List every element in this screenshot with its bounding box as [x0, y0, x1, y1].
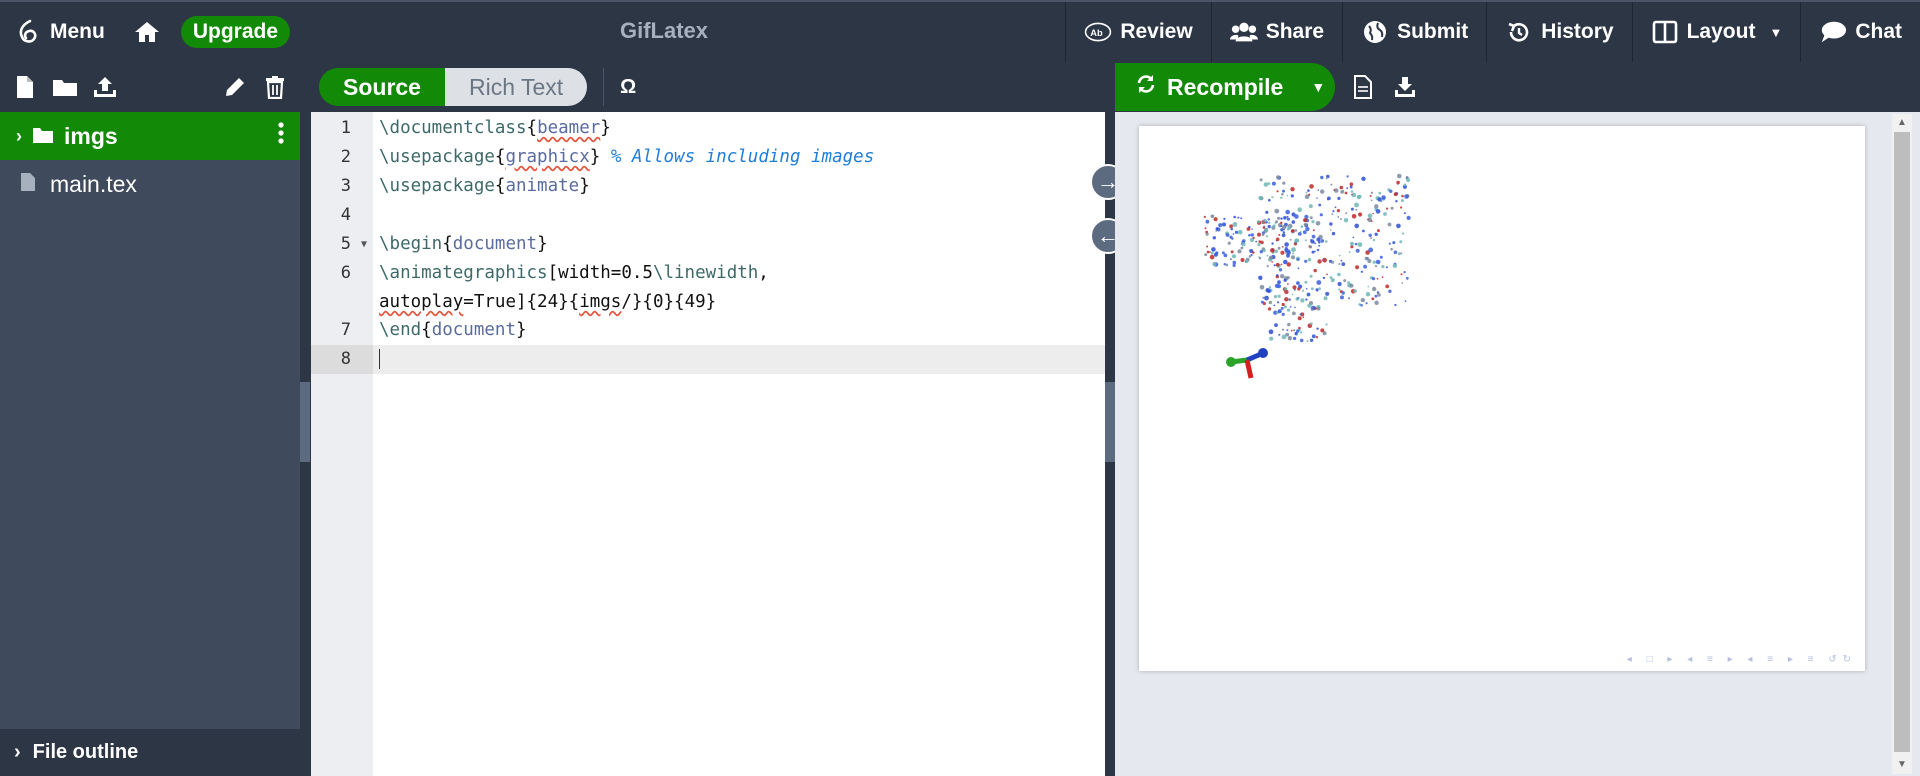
rename-pencil-icon[interactable] — [222, 74, 248, 100]
refresh-icon — [1135, 73, 1157, 101]
code-line[interactable]: \begin{document} — [373, 230, 1106, 259]
overleaf-logo-icon — [14, 18, 42, 46]
folder-name: imgs — [64, 122, 118, 149]
code-line[interactable]: \documentclass{beamer} — [373, 114, 1106, 143]
text-cursor — [379, 349, 391, 369]
review-icon: Ab — [1084, 18, 1112, 46]
fold-caret-icon[interactable]: ▼ — [361, 230, 367, 259]
code-line[interactable]: \usepackage{animate} — [373, 172, 1106, 201]
symbol-palette-button[interactable]: Ω — [603, 68, 652, 106]
layout-dropdown[interactable]: Layout ▼ — [1631, 2, 1801, 62]
submit-button[interactable]: Submit — [1342, 2, 1486, 62]
axis-z-mark — [1244, 359, 1254, 379]
chevron-right-icon: › — [14, 741, 21, 763]
review-label: Review — [1120, 20, 1193, 43]
delete-trash-icon[interactable] — [262, 74, 288, 100]
code-line[interactable]: \end{document} — [373, 316, 1106, 345]
home-button[interactable] — [119, 2, 175, 62]
recompile-button[interactable]: Recompile ▼ — [1115, 63, 1336, 111]
download-icon[interactable] — [1391, 73, 1419, 101]
caret-down-icon: ▼ — [1769, 24, 1783, 40]
file-icon — [20, 171, 36, 198]
review-button[interactable]: Ab Review — [1065, 2, 1210, 62]
pdf-toolbar: Recompile ▼ — [1115, 62, 1920, 112]
history-button[interactable]: History — [1486, 2, 1631, 62]
line-number: 2 — [340, 147, 351, 167]
logs-document-icon[interactable] — [1349, 73, 1377, 101]
folder-item-imgs[interactable]: › imgs — [0, 112, 300, 160]
code-line[interactable] — [373, 201, 1106, 230]
folder-icon — [32, 123, 54, 150]
file-name: main.tex — [50, 170, 137, 197]
globe-icon — [1361, 18, 1389, 46]
editor-toolbar: Source Rich Text Ω — [311, 62, 1106, 112]
code-line-active[interactable] — [373, 345, 1106, 374]
collapse-pdf-handle[interactable] — [1105, 382, 1115, 462]
more-vertical-icon[interactable] — [278, 122, 284, 150]
project-title: GifLatex — [620, 18, 709, 43]
editor-mode-toggle: Source Rich Text — [319, 68, 588, 106]
line-number-active: 8 — [311, 345, 373, 374]
code-editor-pane: Source Rich Text Ω 1 2 3 4 5 ▼ 6 7 8 \do… — [311, 62, 1106, 776]
home-icon — [133, 18, 161, 46]
users-icon — [1229, 18, 1258, 46]
code-area[interactable]: 1 2 3 4 5 ▼ 6 7 8 \documentclass{beamer}… — [311, 112, 1106, 776]
scroll-thumb[interactable] — [1894, 132, 1910, 752]
upgrade-button[interactable]: Upgrade — [180, 16, 291, 48]
chat-icon — [1819, 18, 1847, 46]
upload-icon[interactable] — [92, 74, 118, 100]
rich-text-mode-tab[interactable]: Rich Text — [444, 68, 588, 106]
file-tree-toolbar — [0, 62, 300, 112]
source-mode-tab[interactable]: Source — [319, 68, 445, 106]
menu-button[interactable]: Menu — [0, 2, 119, 62]
collapse-sidebar-handle[interactable] — [300, 382, 310, 462]
layout-label: Layout — [1686, 20, 1756, 43]
scroll-up-arrow-icon[interactable]: ▲ — [1892, 114, 1912, 132]
history-label: History — [1541, 20, 1614, 43]
file-outline-toggle[interactable]: › File outline — [0, 721, 300, 776]
share-label: Share — [1265, 20, 1325, 43]
pdf-scrollbar[interactable]: ▲ ▼ — [1892, 114, 1912, 774]
line-number: 3 — [340, 176, 351, 196]
pdf-page: ◂ □ ▸ ◂ ≡ ▸ ◂ ≡ ▸ ≡ ↺↻ — [1139, 126, 1865, 671]
file-tree-sidebar: › imgs main.tex › File outline — [0, 62, 300, 776]
line-number: 7 — [340, 320, 351, 340]
recompile-options-caret-icon[interactable]: ▼ — [1311, 79, 1325, 95]
chevron-right-icon[interactable]: › — [16, 126, 22, 147]
history-icon — [1505, 18, 1533, 46]
scroll-down-arrow-icon[interactable]: ▼ — [1892, 756, 1912, 774]
line-number: 4 — [340, 205, 351, 225]
recompile-label: Recompile — [1167, 73, 1284, 100]
line-number: 1 — [340, 118, 351, 138]
layout-icon — [1651, 18, 1679, 46]
code-lines[interactable]: \documentclass{beamer} \usepackage{graph… — [373, 112, 1106, 776]
code-line[interactable]: \usepackage{graphicx} % Allows including… — [373, 143, 1106, 172]
new-folder-icon[interactable] — [52, 74, 78, 100]
app-window: Menu Upgrade GifLatex Ab Review Share Su… — [0, 0, 1920, 776]
new-file-icon[interactable] — [12, 74, 38, 100]
chat-button[interactable]: Chat — [1800, 2, 1920, 62]
share-button[interactable]: Share — [1210, 2, 1342, 62]
code-line-wrapped[interactable]: \animategraphics[width=0.5\linewidth, aut… — [373, 259, 1106, 316]
file-item-main-tex[interactable]: main.tex — [0, 160, 300, 208]
beamer-navigation-icons: ◂ □ ▸ ◂ ≡ ▸ ◂ ≡ ▸ ≡ ↺↻ — [1626, 654, 1857, 665]
line-number-foldable: 5 ▼ — [311, 230, 373, 259]
protein-animation-image — [1203, 173, 1411, 379]
file-outline-label: File outline — [32, 741, 139, 763]
menu-label: Menu — [50, 20, 105, 43]
pdf-preview-pane: Recompile ▼ ◂ □ ▸ ◂ ≡ ▸ ◂ ≡ ▸ ≡ ↺↻ ▲ ▼ — [1115, 62, 1920, 776]
chat-label: Chat — [1855, 20, 1902, 43]
line-number-gutter: 1 2 3 4 5 ▼ 6 7 8 — [311, 112, 373, 776]
line-number: 6 — [340, 263, 351, 283]
top-bar: Menu Upgrade GifLatex Ab Review Share Su… — [0, 0, 1920, 62]
svg-text:Ab: Ab — [1091, 28, 1104, 38]
submit-label: Submit — [1397, 20, 1469, 43]
top-right-tools: Ab Review Share Submit History Layout ▼ … — [1065, 2, 1920, 62]
